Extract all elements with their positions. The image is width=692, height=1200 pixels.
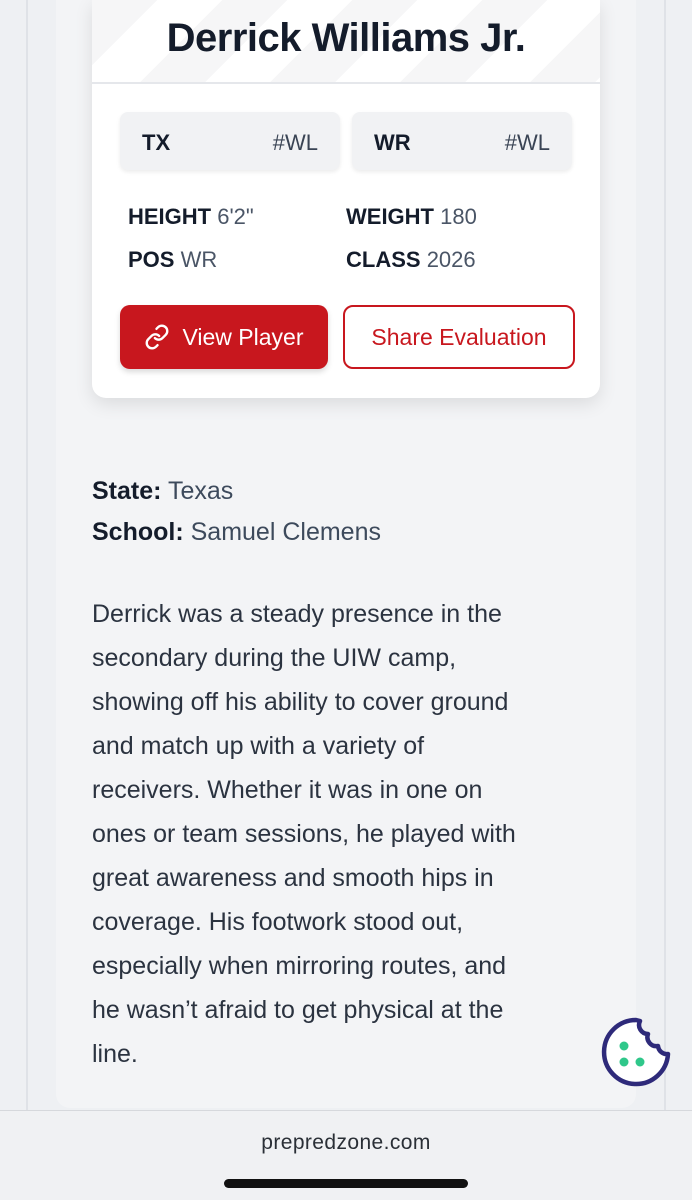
school-label: School: bbox=[92, 518, 184, 546]
view-player-label: View Player bbox=[182, 323, 304, 350]
page: Derrick Williams Jr. TX #WL WR #WL HEIGH… bbox=[0, 0, 692, 1200]
stat-height-value: 6'2" bbox=[217, 204, 254, 229]
evaluation-text: Derrick was a steady presence in the sec… bbox=[92, 592, 592, 1076]
stat-weight: WEIGHT 180 bbox=[346, 204, 477, 230]
cookie-icon bbox=[601, 1017, 671, 1087]
evaluation-line: Derrick was a steady presence in the bbox=[92, 600, 502, 628]
player-name: Derrick Williams Jr. bbox=[166, 16, 526, 60]
evaluation-line: ones or team sessions, he played with bbox=[92, 820, 516, 848]
stat-height-label: HEIGHT bbox=[128, 204, 212, 229]
stat-position-label: POS bbox=[128, 247, 175, 272]
player-card: Derrick Williams Jr. TX #WL WR #WL HEIGH… bbox=[92, 0, 600, 398]
school-row: School: Samuel Clemens bbox=[92, 518, 381, 547]
stat-weight-value: 180 bbox=[440, 204, 477, 229]
stat-class-value: 2026 bbox=[426, 247, 476, 272]
evaluation-line: line. bbox=[92, 1040, 138, 1068]
state-tag-label: TX bbox=[142, 130, 171, 155]
state-value: Texas bbox=[167, 477, 234, 505]
state-rank-tag[interactable]: TX #WL bbox=[120, 112, 340, 170]
stat-class: CLASS 2026 bbox=[346, 247, 476, 273]
state-tag-value: #WL bbox=[272, 130, 318, 155]
evaluation-line: receivers. Whether it was in one on bbox=[92, 776, 483, 804]
home-indicator[interactable] bbox=[224, 1179, 468, 1188]
view-player-button[interactable]: View Player bbox=[120, 305, 328, 369]
evaluation-line: secondary during the UIW camp, bbox=[92, 644, 457, 672]
browser-footer: prepredzone.com bbox=[0, 1110, 692, 1200]
state-label: State: bbox=[92, 477, 162, 505]
evaluation-line: and match up with a variety of bbox=[92, 732, 425, 760]
position-tag-value: #WL bbox=[504, 130, 550, 155]
player-card-header: Derrick Williams Jr. bbox=[92, 0, 600, 84]
share-evaluation-label: Share Evaluation bbox=[371, 323, 547, 350]
school-value: Samuel Clemens bbox=[190, 518, 381, 546]
address-bar-url[interactable]: prepredzone.com bbox=[0, 1131, 692, 1155]
evaluation-line: he wasn’t afraid to get physical at the bbox=[92, 996, 504, 1024]
state-row: State: Texas bbox=[92, 477, 233, 506]
stat-position-value: WR bbox=[180, 247, 218, 272]
share-evaluation-button[interactable]: Share Evaluation bbox=[343, 305, 575, 369]
evaluation-line: especially when mirroring routes, and bbox=[92, 952, 507, 980]
link-icon bbox=[146, 324, 169, 350]
evaluation-line: coverage. His footwork stood out, bbox=[92, 908, 464, 936]
page-edge-right bbox=[664, 0, 666, 1110]
page-edge-left bbox=[26, 0, 28, 1110]
stat-class-label: CLASS bbox=[346, 247, 421, 272]
evaluation-line: great awareness and smooth hips in bbox=[92, 864, 494, 892]
position-tag-label: WR bbox=[374, 130, 411, 155]
stat-position: POS WR bbox=[128, 247, 217, 273]
position-rank-tag[interactable]: WR #WL bbox=[352, 112, 572, 170]
stat-weight-label: WEIGHT bbox=[346, 204, 434, 229]
evaluation-line: showing off his ability to cover ground bbox=[92, 688, 509, 716]
stat-height: HEIGHT 6'2" bbox=[128, 204, 254, 230]
cookie-settings-button[interactable] bbox=[600, 1016, 672, 1088]
